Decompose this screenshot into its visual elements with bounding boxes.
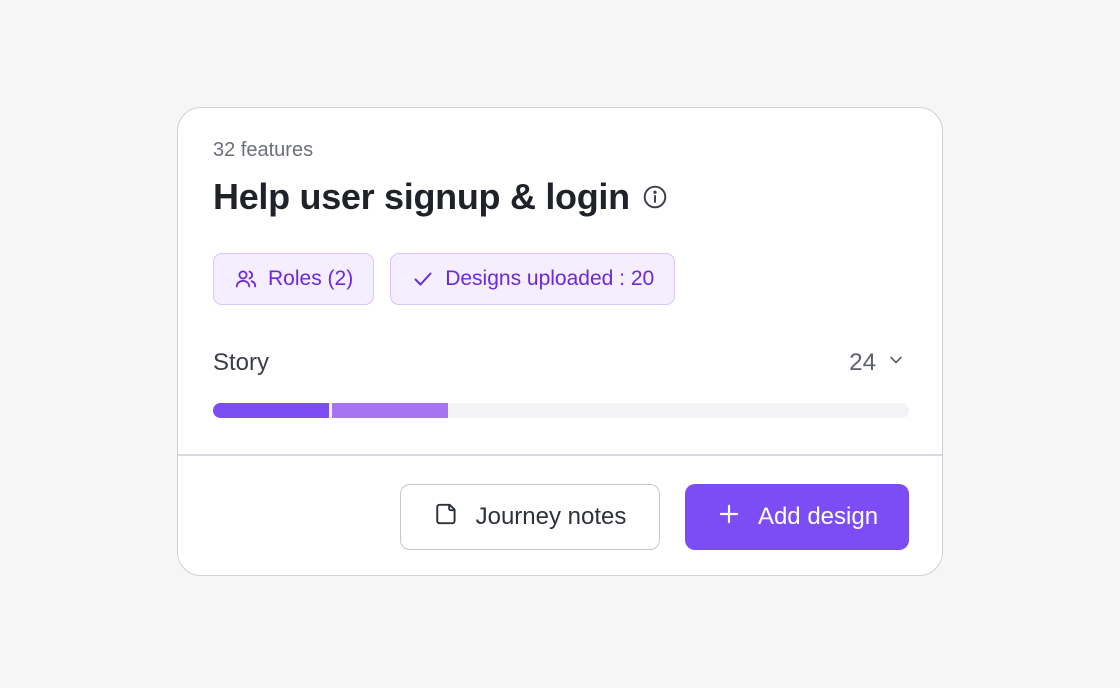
plus-icon xyxy=(716,501,742,534)
add-design-button[interactable]: Add design xyxy=(685,484,909,550)
progress-segment xyxy=(213,403,329,418)
add-design-label: Add design xyxy=(757,503,879,530)
roles-chip[interactable]: Roles (2) xyxy=(213,253,375,305)
users-icon xyxy=(234,267,258,291)
journey-notes-button[interactable]: Journey notes xyxy=(400,484,660,550)
check-icon xyxy=(411,267,435,291)
story-count: 24 xyxy=(849,349,876,376)
story-count-dropdown[interactable]: 24 xyxy=(849,349,906,377)
story-progress-bar xyxy=(213,403,909,418)
roles-chip-label: Roles (2) xyxy=(268,267,354,290)
chip-group: Roles (2) Designs uploaded : 20 xyxy=(213,253,676,305)
chevron-down-icon xyxy=(886,349,906,377)
journey-notes-label: Journey notes xyxy=(475,503,627,530)
feature-card: 32 features Help user signup & login Rol… xyxy=(177,107,943,576)
title-row: Help user signup & login xyxy=(213,176,668,218)
feature-count: 32 features xyxy=(213,139,314,161)
progress-segment xyxy=(332,403,448,418)
note-icon xyxy=(434,501,460,534)
divider xyxy=(178,454,942,456)
page-title: Help user signup & login xyxy=(213,176,630,217)
designs-uploaded-label: Designs uploaded : 20 xyxy=(445,267,655,290)
designs-uploaded-chip[interactable]: Designs uploaded : 20 xyxy=(390,253,676,305)
story-label: Story xyxy=(213,349,270,376)
info-circle-icon[interactable] xyxy=(642,184,668,210)
